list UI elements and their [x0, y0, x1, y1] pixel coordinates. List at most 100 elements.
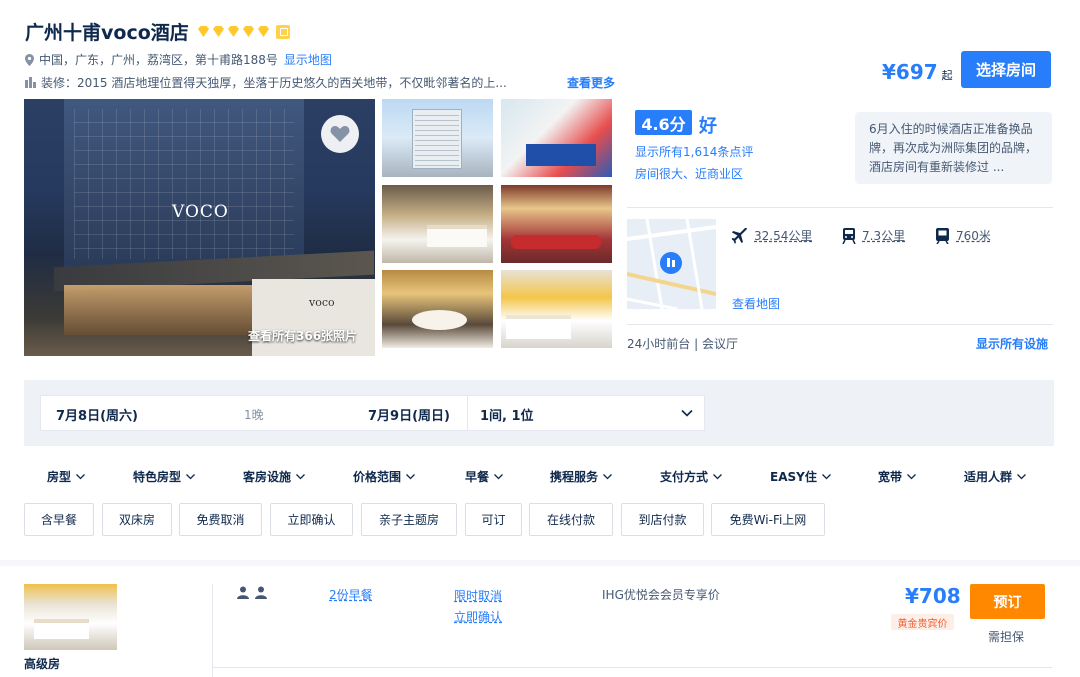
lowest-price: ¥697 起 — [882, 60, 953, 84]
diamond-icon — [212, 26, 224, 37]
show-map-link[interactable]: 显示地图 — [284, 51, 332, 68]
chevron-down-icon — [603, 474, 612, 480]
favorite-button[interactable] — [321, 115, 359, 153]
room-name[interactable]: 高级房 — [24, 655, 60, 672]
diamond-icon — [257, 26, 269, 37]
book-button[interactable]: 预订 — [970, 584, 1045, 619]
filter-dropdown[interactable]: 房型 — [47, 468, 86, 485]
divider — [627, 207, 1053, 208]
filter-dropdown[interactable]: 携程服务 — [550, 468, 613, 485]
train-distance: 7.3公里 — [842, 227, 905, 244]
filter-dropdown[interactable]: 客房设施 — [243, 468, 306, 485]
photo-thumbnail[interactable] — [382, 99, 493, 177]
person-icon — [255, 586, 267, 599]
title-row: 广州十甫voco酒店 — [25, 18, 290, 45]
filter-label: 宽带 — [878, 470, 903, 484]
review-score-badge: 4.6分 — [635, 110, 692, 135]
nights-count: 1晚 — [244, 408, 264, 422]
filter-dropdown[interactable]: 支付方式 — [660, 468, 723, 485]
gold-badge-icon — [275, 24, 290, 39]
hotel-address: 中国，广东，广州，荔湾区，第十甫路188号 — [39, 53, 278, 67]
filter-dropdown[interactable]: 宽带 — [878, 468, 917, 485]
filter-dropdown[interactable]: 适用人群 — [964, 468, 1027, 485]
guarantee-note: 需担保 — [988, 630, 1025, 644]
room-photo[interactable] — [24, 584, 117, 650]
chevron-down-icon — [821, 474, 831, 480]
filter-chip[interactable]: 在线付款 — [529, 503, 613, 536]
all-reviews-link[interactable]: 显示所有1,614条点评 — [635, 143, 753, 160]
cancel-policy: 限时取消 立即确认 — [454, 586, 502, 628]
gold-vip-tag: 黄金贵宾价 — [891, 614, 954, 630]
photo-building-windows — [74, 109, 294, 259]
renovation-description: 装修：2015 酒店地理位置得天独厚，坐落于历史悠久的西关地带，不仅毗邻著名的上… — [41, 76, 507, 90]
select-room-button[interactable]: 选择房间 — [961, 51, 1051, 88]
breakfast-info[interactable]: 2份早餐 — [329, 586, 373, 603]
checkin-date[interactable]: 7月8日(周六) — [56, 405, 138, 424]
rooms-guests-value: 1间, 1位 — [480, 409, 534, 424]
filter-chip[interactable]: 免费取消 — [179, 503, 262, 536]
photo-thumbnail[interactable] — [501, 185, 612, 263]
chevron-down-icon — [494, 474, 503, 480]
chevron-down-icon — [296, 474, 305, 480]
map-thumbnail[interactable] — [627, 219, 716, 309]
date-picker[interactable]: 7月8日(周六) 1晚 7月9日(周日) — [40, 395, 468, 431]
photo-thumbnail[interactable] — [382, 185, 493, 263]
see-more-link[interactable]: 查看更多 — [567, 74, 615, 91]
review-score-word: 好 — [699, 116, 717, 137]
metro-distance-value: 760米 — [956, 229, 991, 243]
filter-dropdown[interactable]: 早餐 — [465, 468, 504, 485]
thumb-chairs — [511, 235, 601, 249]
person-icon — [237, 586, 249, 599]
hotel-name: 广州十甫voco酒店 — [25, 22, 189, 44]
review-quote: 6月入住的时候酒店正准备换品牌，再次成为洲际集团的品牌，酒店房间有重新装修过 .… — [855, 112, 1052, 184]
member-price-note: IHG优悦会会员专享价 — [602, 588, 720, 602]
chevron-down-icon — [907, 474, 916, 480]
instant-confirm-link[interactable]: 立即确认 — [454, 607, 502, 628]
filter-dropdown[interactable]: EASY住 — [770, 468, 832, 485]
chevron-down-icon — [1017, 474, 1026, 480]
hotel-rating-diamonds — [197, 24, 290, 39]
facilities-summary: 24小时前台 | 会议厅 — [627, 337, 738, 351]
filter-chip[interactable]: 免费Wi-Fi上网 — [711, 503, 825, 536]
filter-chip[interactable]: 可订 — [465, 503, 522, 536]
divider — [627, 324, 1053, 325]
view-map-link[interactable]: 查看地图 — [732, 295, 780, 312]
thumb-windows — [415, 111, 459, 167]
diamond-icon — [227, 26, 239, 37]
rooms-guests-selector[interactable]: 1间, 1位 — [467, 395, 705, 431]
filter-label: 价格范围 — [353, 470, 402, 484]
filter-chip[interactable]: 到店付款 — [621, 503, 704, 536]
photo-thumbnail[interactable] — [382, 270, 493, 348]
map-graphic — [627, 219, 716, 309]
checkout-date[interactable]: 7月9日(周日) — [368, 405, 450, 424]
diamond-icon — [197, 26, 209, 37]
thumb-bed — [427, 225, 487, 247]
room-photo-bed — [34, 619, 89, 639]
view-all-photos-link[interactable]: 查看所有366张照片 — [248, 327, 357, 344]
filter-chip[interactable]: 含早餐 — [24, 503, 94, 536]
filter-label: 携程服务 — [550, 470, 599, 484]
review-tags[interactable]: 房间很大、近商业区 — [635, 165, 743, 182]
filter-chip[interactable]: 立即确认 — [270, 503, 353, 536]
filter-dropdown[interactable]: 特色房型 — [133, 468, 196, 485]
airport-distance-value: 32.54公里 — [754, 229, 813, 243]
photo-wall — [252, 279, 375, 356]
filter-dropdown[interactable]: 价格范围 — [353, 468, 416, 485]
chevron-down-icon — [76, 474, 85, 480]
photo-thumbnail[interactable] — [501, 99, 612, 177]
room-price: ¥708 — [905, 584, 961, 608]
chevron-down-icon — [186, 474, 195, 480]
photo-thumbnail[interactable] — [501, 270, 612, 348]
metro-distance: 760米 — [935, 227, 991, 244]
filter-label: 房型 — [47, 470, 72, 484]
occupancy — [237, 586, 267, 599]
renovation-row: 装修：2015 酒店地理位置得天独厚，坐落于历史悠久的西关地带，不仅毗邻著名的上… — [25, 74, 615, 91]
filter-label: 特色房型 — [133, 470, 182, 484]
price-suffix: 起 — [941, 69, 953, 82]
thumb-bed — [526, 144, 596, 166]
filter-chip[interactable]: 亲子主题房 — [361, 503, 457, 536]
cancel-policy-link[interactable]: 限时取消 — [454, 586, 502, 607]
show-all-facilities-link[interactable]: 显示所有设施 — [976, 335, 1048, 352]
filter-chip[interactable]: 双床房 — [102, 503, 172, 536]
thumb-bed — [506, 315, 571, 339]
